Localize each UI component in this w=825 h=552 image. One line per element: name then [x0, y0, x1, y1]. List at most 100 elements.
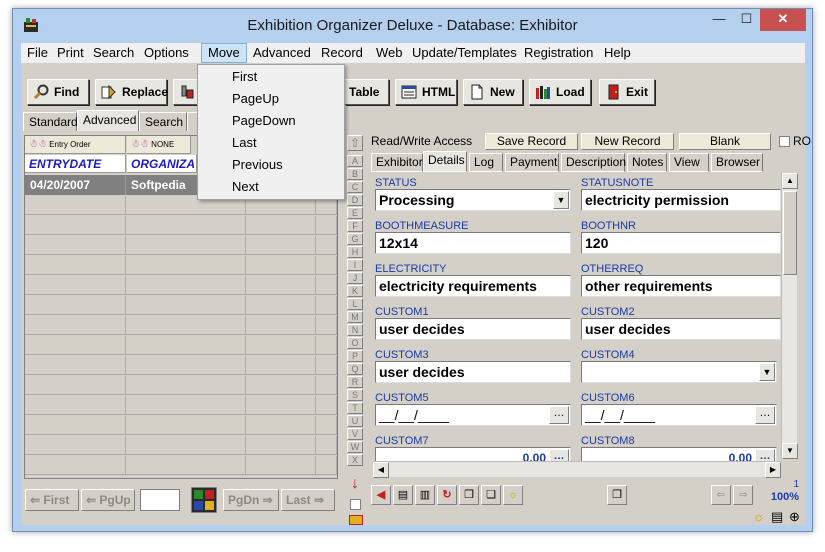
letter-index-x[interactable]: X [347, 454, 363, 466]
tab-advanced[interactable]: Advanced [77, 110, 139, 131]
grid-cell[interactable] [25, 436, 126, 455]
electricity-field[interactable]: electricity requirements [375, 275, 571, 297]
grid-cell[interactable] [316, 336, 337, 355]
menu-file[interactable]: File [21, 43, 54, 63]
letter-index-t[interactable]: T [347, 402, 363, 414]
lightbulb-icon[interactable]: ☼ [503, 485, 523, 505]
grid-cell[interactable] [25, 256, 126, 275]
save-record-button[interactable]: Save Record [485, 133, 578, 150]
move-pageup[interactable]: PageUp [199, 88, 343, 110]
grid-cell[interactable] [246, 416, 316, 435]
grid-cell[interactable] [126, 456, 246, 475]
custom4-select[interactable]: ▼ [581, 361, 777, 383]
letter-index-q[interactable]: Q [347, 363, 363, 375]
grid-cell[interactable] [316, 356, 337, 375]
menu-record[interactable]: Record [315, 43, 369, 63]
move-next[interactable]: Next [199, 176, 343, 198]
custom5-date[interactable]: __/__/____ … [375, 404, 571, 426]
new-button[interactable]: New [463, 79, 523, 105]
pgdn-button[interactable]: PgDn ⇒ [223, 489, 279, 511]
tab-description[interactable]: Description [561, 153, 626, 172]
export-icon[interactable]: ❐ [607, 485, 627, 505]
find-button[interactable]: Find [27, 79, 89, 105]
index-checkbox[interactable] [350, 499, 361, 510]
grid-cell[interactable] [246, 256, 316, 275]
letter-index-n[interactable]: N [347, 324, 363, 336]
down-arrow-icon[interactable]: ↓ [347, 475, 363, 495]
menu-advanced[interactable]: Advanced [247, 43, 317, 63]
grid-cell[interactable] [316, 396, 337, 415]
grid-cell[interactable] [246, 356, 316, 375]
grid-cell[interactable] [126, 216, 246, 235]
grid-cell[interactable] [25, 276, 126, 295]
ellipsis-icon[interactable]: … [549, 406, 569, 424]
grid-cell[interactable] [126, 356, 246, 375]
load-button[interactable]: Load [529, 79, 591, 105]
letter-index-s[interactable]: S [347, 389, 363, 401]
letter-index-j[interactable]: J [347, 272, 363, 284]
tab-payment[interactable]: Payment [505, 153, 559, 172]
refresh-icon[interactable]: ↻ [437, 485, 457, 505]
maximize-button[interactable]: ☐ [733, 9, 760, 31]
grid-cell[interactable] [25, 196, 126, 215]
letter-index-u[interactable]: U [347, 415, 363, 427]
html-button[interactable]: HTML [395, 79, 457, 105]
grid-cell[interactable] [246, 396, 316, 415]
grid-cell[interactable] [25, 396, 126, 415]
menu-search[interactable]: Search [87, 43, 140, 63]
letter-index-g[interactable]: G [347, 233, 363, 245]
grid-cell[interactable] [25, 316, 126, 335]
sort-entry-order[interactable]: ☃☃ Entry Order [25, 136, 126, 154]
ro-checkbox[interactable] [779, 136, 790, 147]
printer-icon[interactable]: ▤ [393, 485, 413, 505]
blank-button[interactable]: Blank [679, 133, 771, 150]
new-record-button[interactable]: New Record [581, 133, 674, 150]
palette-icon[interactable] [191, 487, 217, 513]
tab-standard[interactable]: Standard [23, 112, 78, 131]
grid-cell[interactable] [246, 236, 316, 255]
grid-cell[interactable] [246, 296, 316, 315]
grid-cell[interactable] [316, 216, 337, 235]
pgup-button[interactable]: ⇐ PgUp [81, 489, 135, 511]
grid-cell[interactable] [246, 436, 316, 455]
horizontal-scrollbar[interactable]: ◀ ▶ [373, 461, 781, 478]
grid-cell[interactable] [25, 456, 126, 475]
back-arrow-icon[interactable]: ◀ [371, 485, 391, 505]
tab-search[interactable]: Search [139, 112, 187, 131]
custom3-field[interactable]: user decides [375, 361, 571, 383]
grid-cell[interactable] [25, 356, 126, 375]
letter-index-b[interactable]: B [347, 168, 363, 180]
grid-cell[interactable] [316, 256, 337, 275]
move-pagedown[interactable]: PageDown [199, 110, 343, 132]
boothnr-field[interactable]: 120 [581, 232, 781, 254]
next-record-icon[interactable]: ⇒ [733, 485, 753, 505]
custom1-field[interactable]: user decides [375, 318, 571, 340]
table-row-date[interactable]: 04/20/2007 [25, 175, 126, 195]
menu-registration[interactable]: Registration [518, 43, 599, 63]
paste-icon[interactable]: ❏ [481, 485, 501, 505]
menu-options[interactable]: Options [138, 43, 195, 63]
menu-web[interactable]: Web [370, 43, 409, 63]
grid-cell[interactable] [316, 236, 337, 255]
menu-print[interactable]: Print [51, 43, 90, 63]
scroll-up-icon[interactable]: ▲ [782, 173, 798, 189]
letter-index-i[interactable]: I [347, 259, 363, 271]
menu-update-templates[interactable]: Update/Templates [406, 43, 523, 63]
scroll-right-icon[interactable]: ▶ [765, 462, 781, 478]
boothmeasure-field[interactable]: 12x14 [375, 232, 571, 254]
grid-cell[interactable] [246, 336, 316, 355]
otherreq-field[interactable]: other requirements [581, 275, 781, 297]
letter-index-c[interactable]: C [347, 181, 363, 193]
grid-cell[interactable] [126, 396, 246, 415]
grid-cell[interactable] [126, 296, 246, 315]
table-button[interactable]: Table [345, 79, 389, 105]
letter-index-e[interactable]: E [347, 207, 363, 219]
minimize-button[interactable]: — [705, 9, 733, 31]
scroll-thumb[interactable] [783, 191, 797, 275]
grid-cell[interactable] [246, 216, 316, 235]
vertical-scrollbar[interactable]: ▲ ▼ [781, 173, 798, 459]
ellipsis-icon[interactable]: … [755, 406, 775, 424]
chevron-down-icon[interactable]: ▼ [553, 191, 569, 209]
scroll-left-icon[interactable]: ◀ [373, 462, 389, 478]
menu-help[interactable]: Help [598, 43, 637, 63]
